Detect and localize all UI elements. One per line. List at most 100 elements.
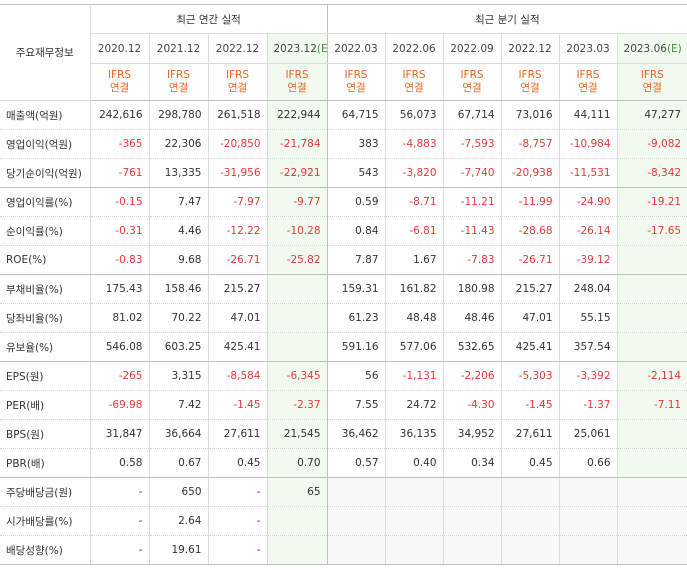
table-cell: 27,611 xyxy=(207,419,267,449)
estimate-mark: (E) xyxy=(316,42,328,55)
table-cell: - xyxy=(90,477,149,507)
table-cell: -26.71 xyxy=(207,245,267,275)
table-cell: 180.98 xyxy=(442,274,502,304)
table-cell xyxy=(384,535,444,565)
table-cell: 261,518 xyxy=(207,100,267,130)
table-cell: 543 xyxy=(326,158,386,188)
table-cell: 158.46 xyxy=(148,274,208,304)
period-header: 2021.12 xyxy=(148,33,208,64)
table-cell: 36,664 xyxy=(148,419,208,449)
table-cell xyxy=(266,303,328,333)
row-label: 당좌비율(%) xyxy=(0,303,91,333)
table-row: ROE(%) -0.83 9.68 -26.71 -25.82 7.87 1.67 -7.83… xyxy=(0,245,687,275)
table-cell: 0.84 xyxy=(326,216,386,246)
table-cell: 48.46 xyxy=(442,303,502,333)
table-cell: 546.08 xyxy=(90,332,149,362)
table-cell: 24.72 xyxy=(384,390,444,420)
table-cell: -7.97 xyxy=(207,187,267,217)
table-cell xyxy=(500,535,560,565)
group-header-row: 주요재무정보 최근 연간 실적 최근 분기 실적 xyxy=(0,4,687,101)
table-cell: - xyxy=(207,506,267,536)
consolidated-text: 연결 xyxy=(168,82,189,94)
table-cell: 650 xyxy=(148,477,208,507)
table-cell: -11.43 xyxy=(442,216,502,246)
table-cell: 64,715 xyxy=(326,100,386,130)
table-cell: -25.82 xyxy=(266,245,328,275)
table-cell: 21,545 xyxy=(266,419,328,449)
table-cell xyxy=(616,477,687,507)
table-cell: -9.77 xyxy=(266,187,328,217)
ifrs-label: IFRS 연결 xyxy=(442,63,502,101)
period-header: 2022.06 xyxy=(384,33,444,64)
period-text: 2023.06 xyxy=(623,42,667,55)
table-cell: -7.83 xyxy=(442,245,502,275)
table-cell: -21,784 xyxy=(266,129,328,159)
ifrs-label: IFRS 연결 xyxy=(326,63,386,101)
ifrs-text: IFRS xyxy=(166,69,191,81)
table-cell: -2,206 xyxy=(442,361,502,391)
table-cell: -365 xyxy=(90,129,149,159)
table-cell: 215.27 xyxy=(500,274,560,304)
table-cell: 532.65 xyxy=(442,332,502,362)
period-header-estimate: 2023.12(E) xyxy=(266,33,328,64)
table-cell xyxy=(616,535,687,565)
table-cell: -11.21 xyxy=(442,187,502,217)
table-row: 시가배당률(%) -2.64- xyxy=(0,506,687,536)
table-cell: 67,714 xyxy=(442,100,502,130)
table-cell: 65 xyxy=(266,477,328,507)
table-cell: 44,111 xyxy=(558,100,618,130)
table-row: BPS(원) 31,847 36,664 27,611 21,545 36,462 36,1… xyxy=(0,419,687,449)
row-label: 순이익률(%) xyxy=(0,216,91,246)
table-cell: -2,114 xyxy=(616,361,687,391)
table-cell: -28.68 xyxy=(500,216,560,246)
table-cell: -4,883 xyxy=(384,129,444,159)
table-cell xyxy=(266,332,328,362)
table-cell: -26.14 xyxy=(558,216,618,246)
row-label: 영업이익률(%) xyxy=(0,187,91,217)
table-cell xyxy=(616,506,687,536)
table-row: PER(배) -69.98 7.42 -1.45 -2.37 7.55 24.72 -4.30… xyxy=(0,390,687,420)
table-cell: 383 xyxy=(326,129,386,159)
table-cell: 4.46 xyxy=(148,216,208,246)
table-cell: -761 xyxy=(90,158,149,188)
table-cell: 591.16 xyxy=(326,332,386,362)
table-cell xyxy=(326,477,386,507)
table-row: 배당성향(%) -19.61- xyxy=(0,535,687,565)
table-cell xyxy=(442,477,502,507)
table-cell: -19.21 xyxy=(616,187,687,217)
table-cell xyxy=(266,535,328,565)
table-cell: -1,131 xyxy=(384,361,444,391)
table-row: 주당배당금(원) -650-65 xyxy=(0,477,687,507)
table-cell xyxy=(616,448,687,478)
consolidated-text: 연결 xyxy=(642,82,662,94)
table-cell: 425.41 xyxy=(500,332,560,362)
table-row: 부채비율(%) 175.43 158.46 215.27 159.31 161.82 180… xyxy=(0,274,687,304)
table-cell: -2.37 xyxy=(266,390,328,420)
table-cell: 7.47 xyxy=(148,187,208,217)
table-cell: -20,938 xyxy=(500,158,560,188)
ifrs-text: IFRS xyxy=(285,69,309,81)
period-header: 2020.12 xyxy=(90,33,149,64)
table-cell: -20,850 xyxy=(207,129,267,159)
consolidated-text: 연결 xyxy=(346,82,366,94)
table-cell xyxy=(326,535,386,565)
period-header: 2022.03 xyxy=(326,33,386,64)
row-label: BPS(원) xyxy=(0,419,91,449)
table-cell: -12.22 xyxy=(207,216,267,246)
table-row: EPS(원) -265 3,315 -8,584 -6,345 56 -1,131 -2,20… xyxy=(0,361,687,391)
table-cell xyxy=(558,506,618,536)
table-cell: -26.71 xyxy=(500,245,560,275)
consolidated-text: 연결 xyxy=(404,82,424,94)
table-cell xyxy=(500,477,560,507)
table-cell: -3,392 xyxy=(558,361,618,391)
table-cell: 25,061 xyxy=(558,419,618,449)
table-cell: 22,306 xyxy=(148,129,208,159)
table-cell: -11.99 xyxy=(500,187,560,217)
table-cell: 425.41 xyxy=(207,332,267,362)
period-header-row: 2020.12 2021.12 2022.12 2023.12(E) 2022.… xyxy=(0,33,687,64)
ifrs-text: IFRS xyxy=(344,69,368,81)
table-cell: 298,780 xyxy=(148,100,208,130)
annual-group-header: 최근 연간 실적 xyxy=(90,4,328,34)
table-cell: 73,016 xyxy=(500,100,560,130)
row-label: 영업이익(억원) xyxy=(0,129,91,159)
